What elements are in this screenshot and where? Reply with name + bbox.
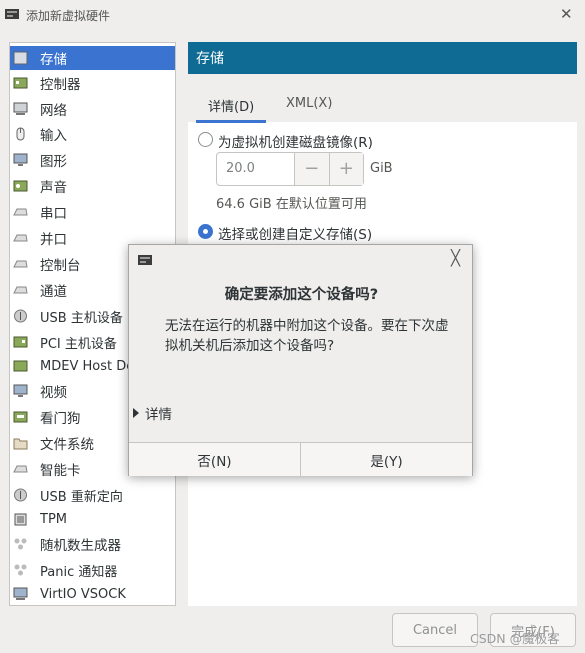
size-unit: GiB bbox=[370, 161, 393, 176]
create-disk-radio[interactable] bbox=[198, 132, 213, 147]
available-space: 64.6 GiB 在默认位置可用 bbox=[216, 197, 367, 212]
confirm-dialog: ╳ 确定要添加这个设备吗? 无法在运行的机器中附加这个设备。要在下次虚拟机关机后… bbox=[128, 244, 473, 476]
active-tab-indicator bbox=[196, 120, 266, 123]
tab-xml[interactable]: XML(X) bbox=[286, 96, 332, 111]
sidebar-item[interactable]: 网络 bbox=[10, 97, 175, 121]
usb-icon bbox=[14, 309, 27, 323]
dialog-app-icon bbox=[138, 255, 152, 265]
sidebar-item-label: 并口 bbox=[40, 232, 67, 248]
video-icon bbox=[13, 384, 28, 397]
controller-icon bbox=[13, 77, 28, 89]
sidebar-item-label: 网络 bbox=[40, 103, 67, 119]
usb-redirect-icon bbox=[14, 488, 27, 502]
sidebar-item-label: 控制台 bbox=[40, 258, 81, 274]
parallel-icon bbox=[13, 234, 28, 242]
sidebar-item[interactable]: 控制器 bbox=[10, 71, 175, 95]
sidebar-item-label: 智能卡 bbox=[40, 463, 81, 479]
yes-label: 是(Y) bbox=[370, 453, 403, 470]
pci-icon bbox=[13, 336, 28, 348]
cancel-button[interactable]: Cancel bbox=[392, 613, 478, 647]
tab-details[interactable]: 详情(D) bbox=[208, 96, 254, 115]
sidebar-item[interactable]: 存储 bbox=[10, 46, 175, 70]
sidebar-item[interactable]: USB 重新定向 bbox=[10, 483, 175, 507]
create-disk-label[interactable]: 为虚拟机创建磁盘镜像(R) bbox=[218, 131, 373, 151]
custom-storage-radio[interactable] bbox=[198, 224, 213, 239]
sidebar-item[interactable]: Panic 通知器 bbox=[10, 558, 175, 582]
channel-icon bbox=[13, 286, 28, 294]
panel-header: 存储 bbox=[188, 42, 577, 74]
sidebar-item[interactable]: VirtIO VSOCK bbox=[10, 582, 175, 605]
custom-storage-label[interactable]: 选择或创建自定义存储(S) bbox=[218, 223, 372, 243]
details-expander[interactable]: 详情 bbox=[133, 403, 172, 423]
cancel-label: Cancel bbox=[412, 622, 458, 638]
sidebar-item-label: 声音 bbox=[40, 180, 67, 196]
serial-icon bbox=[13, 208, 28, 216]
panic-icon bbox=[14, 564, 27, 576]
sidebar-item-label: 随机数生成器 bbox=[40, 538, 121, 554]
expand-arrow-icon bbox=[133, 408, 139, 418]
sidebar-item-label: 控制器 bbox=[40, 77, 81, 93]
sidebar-item[interactable]: 串口 bbox=[10, 200, 175, 224]
watermark: CSDN @魔极客 bbox=[470, 631, 560, 646]
sidebar-item-label: 串口 bbox=[40, 206, 67, 222]
sidebar-item-label: Panic 通知器 bbox=[40, 564, 118, 580]
disk-size-input[interactable]: 20.0 bbox=[217, 153, 294, 185]
sidebar-item[interactable]: 随机数生成器 bbox=[10, 532, 175, 556]
decrement-button[interactable]: − bbox=[294, 153, 329, 185]
no-button[interactable]: 否(N) bbox=[129, 442, 301, 476]
title-bar: 添加新虚拟硬件 ✕ bbox=[0, 0, 585, 32]
sidebar-item[interactable]: 声音 bbox=[10, 174, 175, 198]
no-label: 否(N) bbox=[197, 453, 232, 470]
folder-icon bbox=[13, 438, 28, 450]
vsock-icon bbox=[13, 587, 28, 600]
sidebar-item[interactable]: TPM bbox=[10, 507, 175, 531]
sidebar-item-label: 看门狗 bbox=[40, 411, 81, 427]
watchdog-icon bbox=[13, 411, 28, 423]
dialog-message: 无法在运行的机器中附加这个设备。要在下次虚拟机关机后添加这个设备吗? bbox=[165, 318, 449, 354]
mdev-icon bbox=[13, 360, 28, 372]
window-title: 添加新虚拟硬件 bbox=[26, 9, 111, 23]
sidebar-item-label: 存储 bbox=[40, 52, 67, 68]
close-icon[interactable]: ✕ bbox=[560, 5, 573, 23]
sound-card-icon bbox=[13, 180, 28, 192]
sidebar-item[interactable]: 图形 bbox=[10, 148, 175, 172]
mouse-icon bbox=[16, 127, 25, 141]
details-label: 详情 bbox=[145, 407, 172, 423]
app-icon bbox=[5, 9, 19, 19]
dialog-title: 确定要添加这个设备吗? bbox=[224, 287, 379, 303]
sidebar-item-label: 图形 bbox=[40, 154, 67, 170]
sidebar-item-label: USB 重新定向 bbox=[40, 489, 123, 505]
network-icon bbox=[13, 102, 28, 115]
increment-button[interactable]: + bbox=[328, 153, 363, 185]
rng-icon bbox=[14, 538, 27, 550]
smartcard-icon bbox=[13, 465, 28, 473]
sidebar-item-label: 输入 bbox=[40, 128, 67, 144]
tpm-icon bbox=[14, 513, 27, 526]
sidebar-item-label: 视频 bbox=[40, 385, 67, 401]
disk-size-stepper[interactable]: 20.0 − + bbox=[216, 152, 364, 186]
sidebar-item-label: 文件系统 bbox=[40, 437, 94, 453]
sidebar-item-label: 通道 bbox=[40, 284, 67, 300]
console-icon bbox=[13, 260, 28, 268]
tab-bar: 详情(D) XML(X) bbox=[188, 84, 577, 122]
sidebar-item-label: PCI 主机设备 bbox=[40, 336, 117, 352]
sidebar-item[interactable]: 输入 bbox=[10, 122, 175, 146]
yes-button[interactable]: 是(Y) bbox=[301, 442, 472, 476]
storage-icon bbox=[13, 51, 28, 65]
panel-header-title: 存储 bbox=[196, 51, 224, 67]
sidebar-item-label: USB 主机设备 bbox=[40, 310, 123, 326]
sidebar-item-label: TPM bbox=[40, 511, 67, 527]
dialog-close-icon[interactable]: ╳ bbox=[451, 249, 460, 267]
monitor-icon bbox=[13, 153, 28, 166]
sidebar-item-label: VirtIO VSOCK bbox=[40, 586, 126, 602]
